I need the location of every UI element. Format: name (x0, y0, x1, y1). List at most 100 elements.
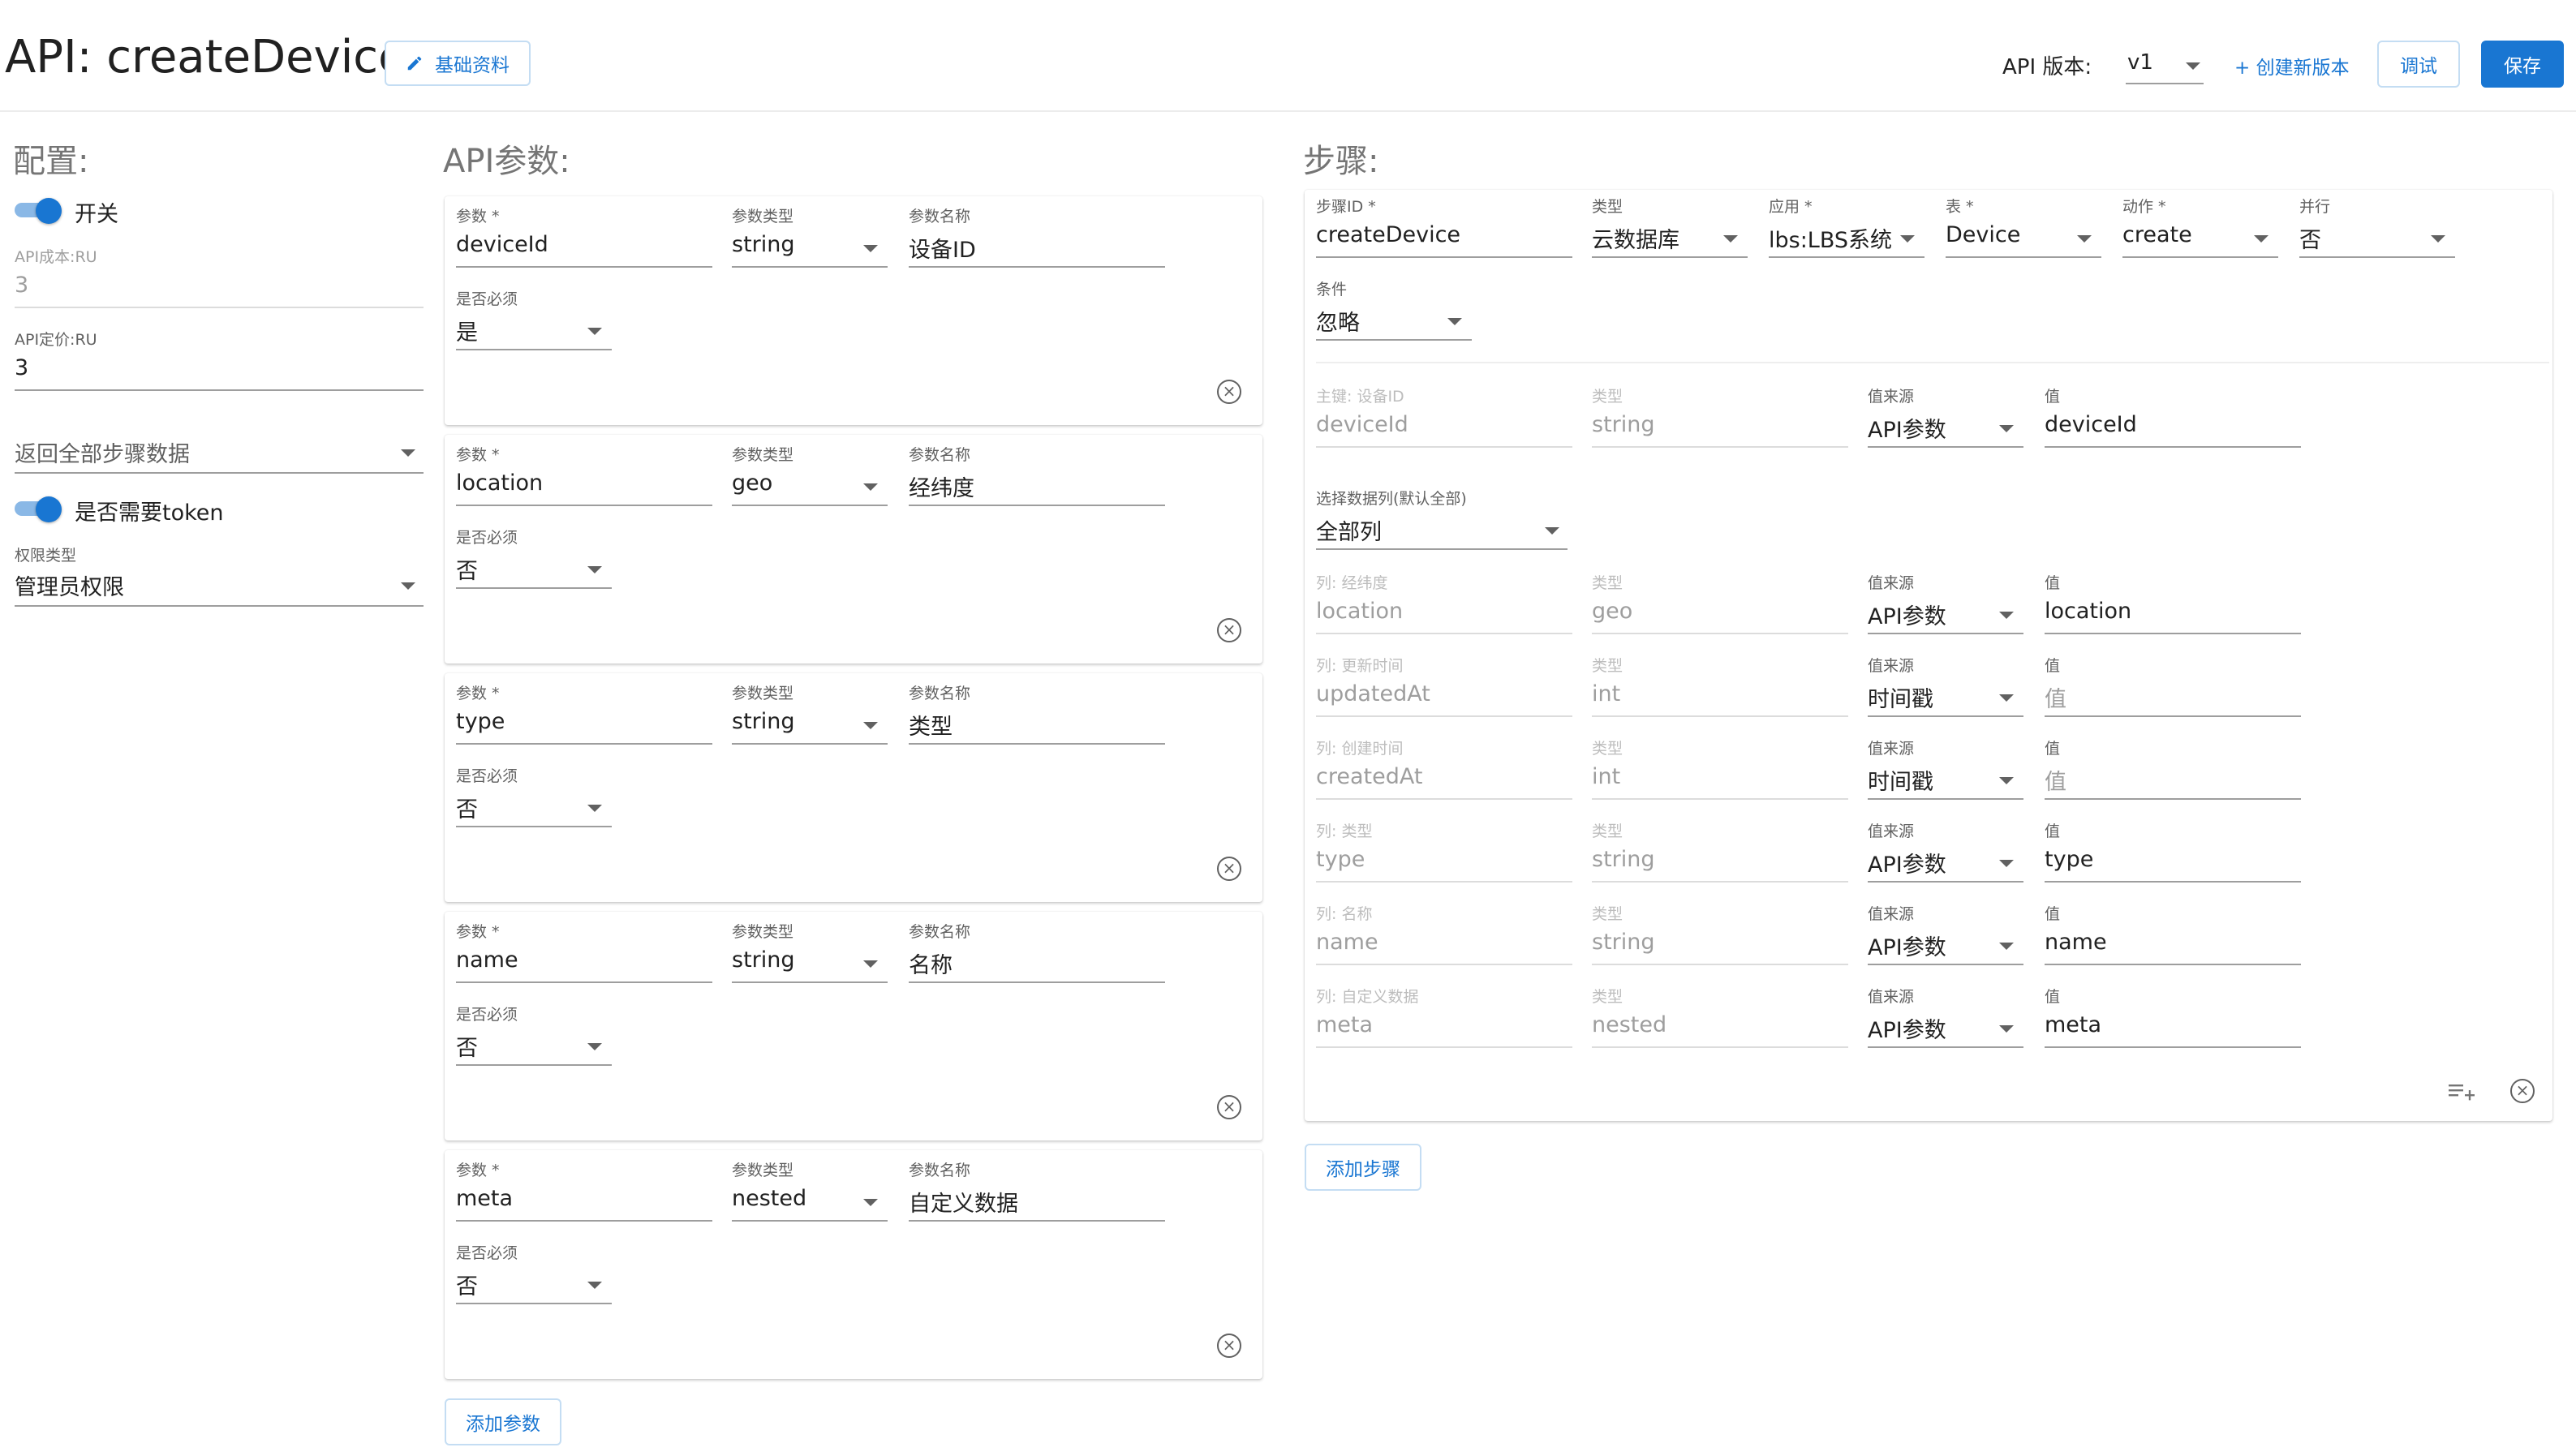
version-value: v1 (2127, 50, 2153, 75)
condition-label: 条件 (1316, 281, 1348, 299)
permission-select[interactable]: 管理员权限 (15, 565, 424, 608)
condition-value: 忽略 (1316, 311, 1360, 336)
version-select[interactable]: v1 (2126, 41, 2207, 86)
add-step-button[interactable]: 添加步骤 (1305, 1144, 1421, 1191)
chevron-down-icon[interactable] (1999, 612, 2014, 619)
param-card: 参数 * meta 参数类型 nested 参数名称 自定义数据 是否必须否 × (445, 1150, 1262, 1379)
column-source-value: 时间戳 (1868, 770, 1933, 795)
chevron-down-icon[interactable] (863, 245, 878, 252)
params-title: API参数: (443, 143, 570, 180)
chevron-down-icon[interactable] (1999, 425, 2014, 432)
remove-param-icon[interactable]: × (1217, 618, 1241, 642)
chevron-down-icon[interactable] (1999, 943, 2014, 950)
param-name-field[interactable]: 名称 (909, 947, 953, 979)
column-field: location (1316, 599, 1404, 624)
save-button[interactable]: 保存 (2481, 41, 2564, 88)
add-column-icon[interactable] (2447, 1079, 2476, 1103)
chevron-down-icon[interactable] (2431, 235, 2445, 243)
column-value-field[interactable]: meta (2045, 1012, 2101, 1037)
step-type-label: 类型 (1592, 198, 1623, 216)
chevron-down-icon[interactable] (863, 722, 878, 729)
price-field[interactable]: 3 (15, 355, 28, 380)
chevron-down-icon[interactable] (1999, 860, 2014, 867)
param-key-field[interactable]: type (456, 709, 505, 734)
return-data-select[interactable]: 返回全部步骤数据 (15, 430, 424, 475)
enable-toggle[interactable] (15, 198, 63, 224)
chevron-down-icon[interactable] (1545, 527, 1559, 535)
chevron-down-icon[interactable] (587, 566, 602, 573)
column-type-label: 类型 (1592, 574, 1623, 592)
param-label: 参数 * (456, 923, 500, 941)
column-value-field[interactable]: type (2045, 847, 2093, 872)
column-value-field[interactable]: 值 (2045, 681, 2066, 713)
column-label: 列: 类型 (1316, 822, 1373, 840)
column-value-label: 值 (2045, 905, 2061, 923)
column-value-field[interactable]: name (2045, 930, 2107, 955)
chevron-down-icon[interactable] (1447, 318, 1462, 325)
param-type-label: 参数类型 (732, 1162, 794, 1179)
remove-param-icon[interactable]: × (1217, 1095, 1241, 1119)
param-type-label: 参数类型 (732, 446, 794, 464)
chevron-down-icon[interactable] (1999, 1025, 2014, 1033)
remove-step-icon[interactable]: × (2510, 1079, 2535, 1103)
column-source-value: 时间戳 (1868, 687, 1933, 712)
param-key-field[interactable]: deviceId (456, 232, 548, 257)
param-name-field[interactable]: 自定义数据 (909, 1186, 1018, 1218)
chevron-down-icon[interactable] (863, 483, 878, 491)
config-title: 配置: (13, 143, 89, 180)
param-name-field[interactable]: 类型 (909, 709, 953, 741)
chevron-down-icon[interactable] (587, 1282, 602, 1289)
debug-button[interactable]: 调试 (2377, 41, 2460, 88)
cost-label: API成本:RU (15, 248, 97, 266)
column-type-label: 类型 (1592, 822, 1623, 840)
chevron-down-icon[interactable] (587, 328, 602, 335)
step-app-label: 应用 * (1769, 198, 1813, 216)
param-key-field[interactable]: meta (456, 1186, 513, 1211)
basic-info-button[interactable]: 基础资料 (385, 41, 531, 86)
page-title: API: createDevice (5, 31, 406, 84)
pencil-icon (406, 54, 424, 72)
chevron-down-icon[interactable] (2254, 235, 2269, 243)
chevron-down-icon[interactable] (1723, 235, 1738, 243)
step-id-field[interactable]: createDevice (1316, 222, 1460, 247)
param-key-field[interactable]: name (456, 947, 518, 973)
param-required-value: 否 (456, 797, 478, 822)
chevron-down-icon[interactable] (1999, 777, 2014, 784)
param-key-field[interactable]: location (456, 470, 543, 496)
create-version-button[interactable]: + 创建新版本 (2234, 52, 2350, 79)
column-value-field[interactable]: location (2045, 599, 2131, 624)
column-source-label: 值来源 (1868, 905, 1915, 923)
chevron-down-icon[interactable] (587, 805, 602, 812)
param-required-value: 否 (456, 1036, 478, 1061)
column-value-label: 值 (2045, 822, 2061, 840)
chevron-down-icon[interactable] (587, 1043, 602, 1050)
columns-select-label: 选择数据列(默认全部) (1316, 490, 1467, 508)
column-type-field: string (1592, 930, 1655, 955)
add-param-button[interactable]: 添加参数 (445, 1398, 561, 1445)
remove-param-icon[interactable]: × (1217, 857, 1241, 881)
param-required-value: 否 (456, 1274, 478, 1299)
chevron-down-icon[interactable] (2077, 235, 2092, 243)
param-name-label: 参数名称 (909, 685, 971, 702)
permission-label: 权限类型 (15, 547, 77, 565)
param-name-field[interactable]: 经纬度 (909, 470, 974, 502)
param-label: 参数 * (456, 1162, 500, 1179)
remove-param-icon[interactable]: × (1217, 380, 1241, 404)
param-name-field[interactable]: 设备ID (909, 232, 976, 264)
step-action-label: 动作 * (2122, 198, 2166, 216)
cost-field: 3 (15, 273, 29, 298)
remove-param-icon[interactable]: × (1217, 1334, 1241, 1358)
column-value-field[interactable]: 值 (2045, 764, 2066, 796)
column-type-field: int (1592, 681, 1621, 707)
key-value-field[interactable]: deviceId (2045, 412, 2137, 437)
chevron-down-icon[interactable] (863, 960, 878, 968)
column-type-field: int (1592, 764, 1621, 789)
version-label: API 版本: (2002, 55, 2092, 79)
header-divider (0, 110, 2576, 112)
column-label: 列: 名称 (1316, 905, 1373, 923)
chevron-down-icon[interactable] (863, 1199, 878, 1206)
chevron-down-icon[interactable] (1999, 694, 2014, 702)
token-toggle[interactable] (15, 496, 63, 522)
column-label: 列: 更新时间 (1316, 657, 1404, 675)
chevron-down-icon[interactable] (1900, 235, 1915, 243)
